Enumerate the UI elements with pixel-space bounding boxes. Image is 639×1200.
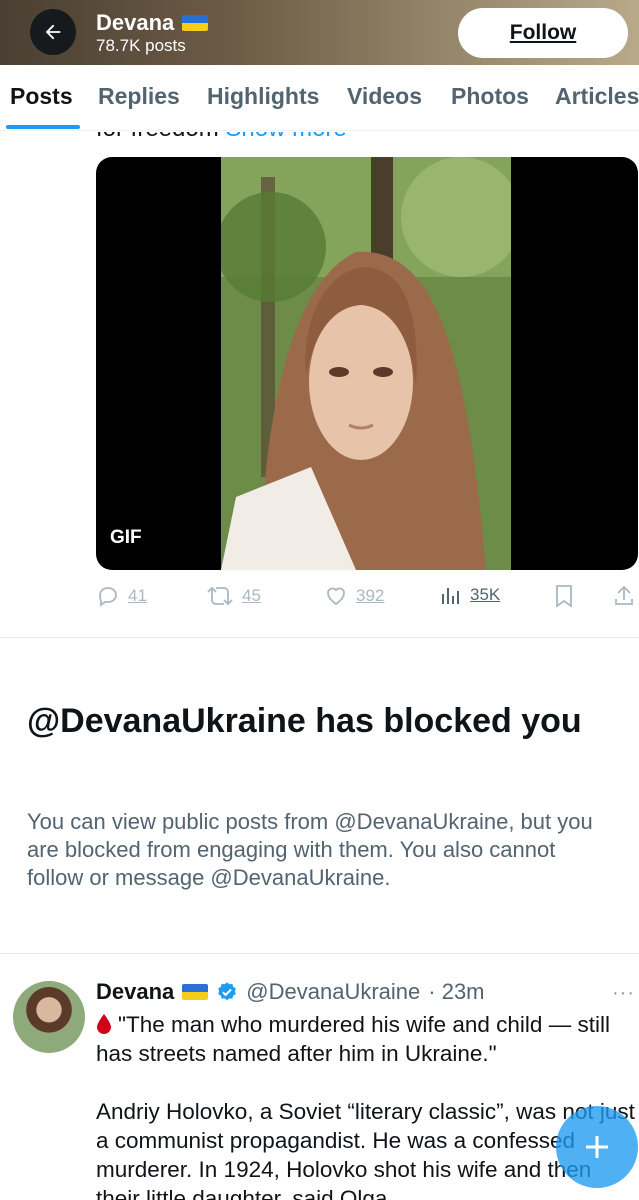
arrow-left-icon	[45, 24, 61, 40]
divider	[0, 637, 639, 638]
tab-replies[interactable]: Replies	[98, 83, 180, 110]
divider	[0, 953, 639, 954]
gif-image	[221, 157, 511, 570]
active-tab-indicator	[6, 125, 80, 129]
tweet-time: · 23m	[428, 979, 485, 1004]
share-icon	[615, 585, 633, 605]
posts-count: 78.7K posts	[96, 36, 186, 55]
profile-header: Devana 78.7K posts Follow	[0, 0, 639, 65]
tab-posts[interactable]: Posts	[10, 83, 73, 110]
gif-badge: GIF	[110, 527, 142, 548]
post-actions: 41 45 392 35K	[96, 584, 639, 612]
tab-highlights[interactable]: Highlights	[207, 83, 319, 110]
bookmark-icon	[556, 585, 572, 608]
reply-icon	[99, 587, 117, 607]
blocked-description: You can view public posts from @DevanaUk…	[27, 809, 593, 890]
like-button[interactable]: 392	[324, 584, 384, 608]
blood-drop-icon	[97, 1014, 111, 1034]
share-button[interactable]	[612, 584, 636, 608]
post-media-gif[interactable]: GIF	[96, 157, 638, 570]
profile-title: Devana 78.7K posts	[96, 10, 209, 56]
repost-icon	[207, 586, 233, 606]
ukraine-flag-icon	[182, 15, 209, 31]
tab-videos[interactable]: Videos	[347, 83, 422, 110]
tweet-author-handle[interactable]: @DevanaUkraine	[246, 979, 420, 1005]
compose-button[interactable]	[556, 1106, 638, 1188]
profile-tabs: Posts Replies Highlights Videos Photos A…	[0, 65, 639, 131]
ukraine-flag-icon	[182, 984, 209, 1000]
bookmark-button[interactable]	[554, 584, 574, 608]
follow-button[interactable]: Follow	[458, 8, 628, 58]
views-icon	[442, 588, 459, 604]
tab-articles[interactable]: Articles	[555, 83, 639, 110]
more-icon[interactable]: ···	[612, 982, 635, 1005]
verified-badge-icon	[218, 982, 237, 1001]
portrait-illustration	[221, 157, 511, 570]
reply-button[interactable]: 41	[96, 584, 147, 608]
plus-icon	[586, 1136, 608, 1158]
profile-name: Devana	[96, 10, 175, 35]
views-button[interactable]: 35K	[440, 584, 500, 606]
blocked-title: @DevanaUkraine has blocked you	[27, 702, 582, 740]
tweet-author-name[interactable]: Devana	[96, 979, 174, 1005]
back-button[interactable]	[30, 9, 76, 55]
heart-icon	[327, 587, 345, 606]
tweet-header: Devana @DevanaUkraine · 23m	[96, 979, 485, 1005]
repost-button[interactable]: 45	[206, 584, 261, 608]
tab-photos[interactable]: Photos	[451, 83, 529, 110]
avatar[interactable]	[13, 981, 85, 1053]
tweet-text: "The man who murdered his wife and child…	[96, 1012, 635, 1200]
